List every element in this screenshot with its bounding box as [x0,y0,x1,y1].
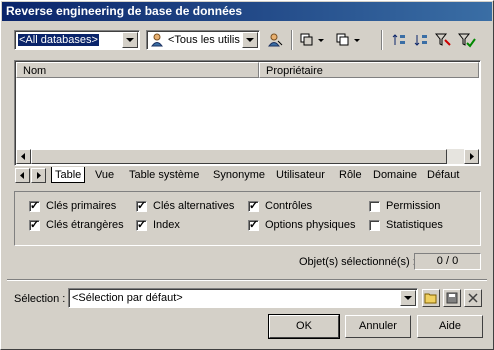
option-controles[interactable]: Contrôles [248,199,313,212]
option-label: Permission [386,200,441,212]
deselect-dropdown-icon[interactable] [335,30,363,50]
tab-synonyme[interactable]: Synonyme [210,167,268,183]
tab-defaut[interactable]: Défaut [424,167,462,183]
toolbar-separator [291,30,293,50]
tab-scroll-left[interactable] [15,168,30,183]
help-button[interactable]: Aide [417,315,483,338]
selection-combo-value: <Sélection par défaut> [72,292,183,304]
delete-icon[interactable] [464,289,482,307]
scroll-left-button[interactable] [16,149,31,164]
user-icon [150,33,164,50]
database-combo[interactable]: <All databases> [14,30,140,50]
object-type-tabs: Table Vue Table système Synonyme Utilisa… [14,167,481,185]
checkbox-checked[interactable] [29,218,40,231]
option-label: Contrôles [265,200,313,212]
select-user-icon[interactable] [265,30,285,50]
separator-line [7,279,487,281]
selection-combo[interactable]: <Sélection par défaut> [68,288,418,308]
column-header-proprietaire[interactable]: Propriétaire [259,62,479,78]
option-options-physiques[interactable]: Options physiques [248,218,356,231]
checkbox-checked[interactable] [29,199,40,212]
toolbar-separator [381,30,383,50]
scroll-right-button[interactable] [464,149,479,164]
option-statistiques[interactable]: Statistiques [369,219,443,231]
dialog-window: Reverse engineering de base de données <… [0,0,494,350]
database-combo-value: <All databases> [18,34,99,46]
owner-combo[interactable]: <Tous les utilisa [146,30,260,50]
sort-up-icon[interactable] [389,30,409,50]
checkbox-checked[interactable] [136,199,147,212]
checkbox-unchecked[interactable] [369,200,380,212]
checkbox-checked[interactable] [248,199,259,212]
tab-scroll-right[interactable] [31,168,46,183]
option-cles-alternatives[interactable]: Clés alternatives [136,199,235,212]
checkbox-checked[interactable] [136,218,147,231]
column-header-nom[interactable]: Nom [16,62,259,78]
option-cles-primaires[interactable]: Clés primaires [29,199,117,212]
option-label: Clés primaires [46,200,117,212]
option-index[interactable]: Index [136,218,180,231]
tab-table-systeme[interactable]: Table système [126,167,202,183]
selection-label: Sélection : [14,293,66,305]
checkbox-unchecked[interactable] [369,219,380,231]
object-list[interactable]: Nom Propriétaire [14,60,481,166]
open-folder-icon[interactable] [422,289,440,307]
sort-down-icon[interactable] [411,30,431,50]
option-label: Index [153,219,180,231]
horizontal-scrollbar[interactable] [16,149,479,164]
ok-button[interactable]: OK [268,314,340,339]
owner-combo-value: <Tous les utilisa [168,34,240,46]
column-header-label: Nom [23,65,47,77]
selected-count-label: Objet(s) sélectionné(s) : [299,256,416,268]
window-title: Reverse engineering de base de données [6,4,243,18]
tab-domaine[interactable]: Domaine [370,167,420,183]
tab-utilisateur[interactable]: Utilisateur [273,167,328,183]
check-filter-icon[interactable] [457,30,477,50]
chevron-down-icon[interactable] [400,290,416,306]
checkbox-checked[interactable] [248,218,259,231]
selected-count-value: 0 / 0 [414,253,481,270]
scroll-thumb[interactable] [31,149,447,164]
filter-icon[interactable] [433,30,453,50]
chevron-down-icon[interactable] [242,32,258,48]
select-all-dropdown-icon[interactable] [299,30,327,50]
option-permission[interactable]: Permission [369,200,440,212]
save-icon[interactable] [443,289,461,307]
tab-role[interactable]: Rôle [336,167,365,183]
option-label: Clés alternatives [153,200,235,212]
cancel-button[interactable]: Annuler [345,315,411,338]
title-bar: Reverse engineering de base de données [2,2,492,21]
option-label: Clés étrangères [46,219,124,231]
column-header-label: Propriétaire [266,65,323,77]
tab-vue[interactable]: Vue [92,167,117,183]
option-label: Statistiques [386,219,443,231]
tab-table[interactable]: Table [51,167,86,183]
option-label: Options physiques [265,219,356,231]
option-cles-etrangeres[interactable]: Clés étrangères [29,218,124,231]
chevron-down-icon[interactable] [122,32,138,48]
